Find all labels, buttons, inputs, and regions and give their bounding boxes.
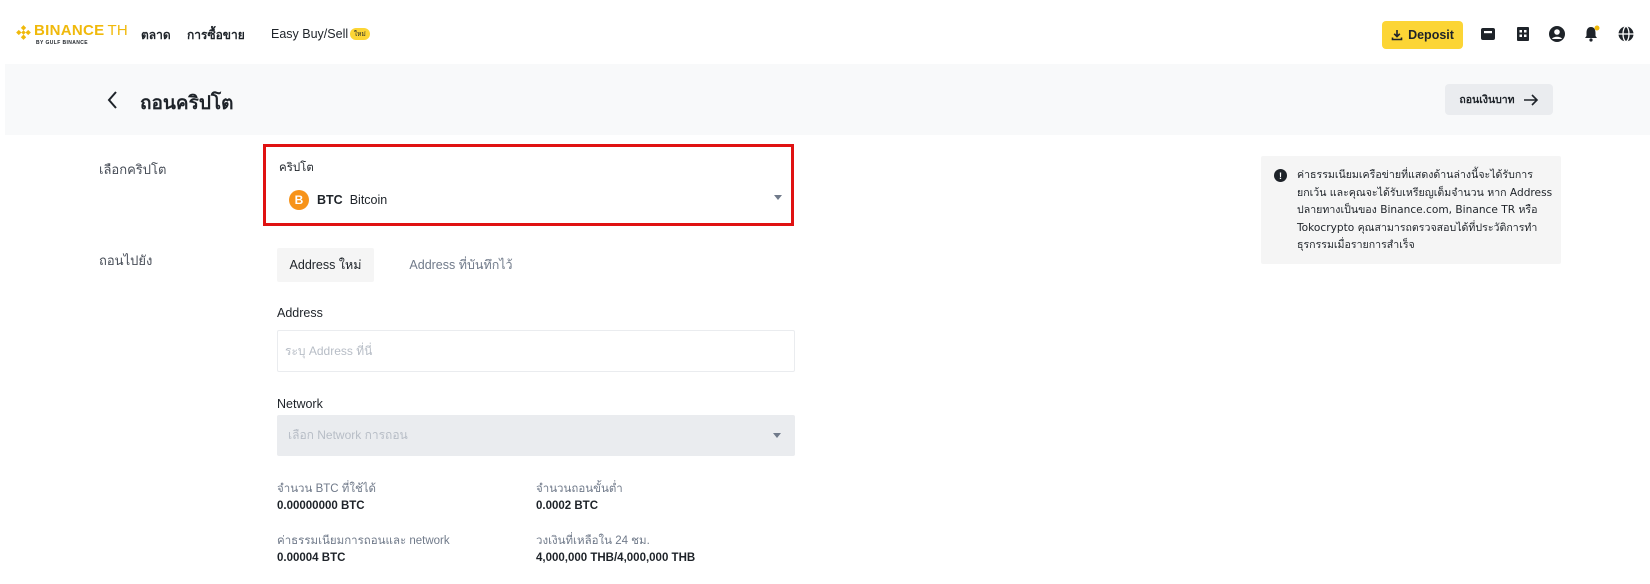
- crypto-select-field: คริปโต B BTC Bitcoin: [263, 144, 794, 226]
- arrow-right-icon: [1523, 93, 1538, 106]
- crypto-field-label: คริปโต: [279, 160, 314, 174]
- wallet-icon[interactable]: [1479, 25, 1497, 43]
- min-withdraw-label: จำนวนถอนขั้นต่ำ: [536, 483, 623, 495]
- notification-bell-icon[interactable]: [1582, 25, 1600, 43]
- brand-name: BINANCE TH: [34, 22, 129, 39]
- crypto-dropdown[interactable]: B BTC Bitcoin: [278, 181, 782, 219]
- top-navigation-bar: BINANCE TH BY GULF BINANCE ตลาด การซื้อขา…: [0, 0, 1650, 64]
- page-header: [5, 64, 1650, 135]
- daily-limit-value: 4,000,000 THB/4,000,000 THB: [536, 552, 696, 564]
- withdraw-thb-button[interactable]: ถอนเงินบาท: [1445, 84, 1553, 115]
- min-withdraw-value: 0.0002 BTC: [536, 500, 599, 512]
- fee-value: 0.00004 BTC: [277, 552, 346, 564]
- back-chevron-icon[interactable]: [106, 89, 120, 111]
- available-balance-value: 0.00000000 BTC: [277, 500, 365, 512]
- nav-easy-buy-sell[interactable]: Easy Buy/Sell: [271, 27, 348, 41]
- chevron-down-icon: [773, 433, 781, 438]
- withdraw-to-label: ถอนไปยัง: [99, 254, 153, 269]
- chevron-down-icon: [774, 195, 782, 200]
- select-crypto-label: เลือกคริปโต: [99, 163, 167, 178]
- network-label: Network: [277, 397, 323, 411]
- alert-icon: !: [1274, 169, 1287, 182]
- fee-label: ค่าธรรมเนียมการถอนและ network: [277, 535, 450, 547]
- binance-th-logo[interactable]: BINANCE TH BY GULF BINANCE: [16, 22, 128, 48]
- address-label: Address: [277, 306, 323, 320]
- bitcoin-icon: B: [289, 190, 309, 210]
- nav-markets[interactable]: ตลาด: [141, 26, 171, 45]
- fee-notice-text: ค่าธรรมเนียมเครือข่ายที่แสดงด้านล่างนี้จ…: [1297, 169, 1553, 251]
- withdraw-thb-label: ถอนเงินบาท: [1459, 94, 1515, 106]
- page-title: ถอนคริปโต: [140, 92, 234, 114]
- coin-name: Bitcoin: [349, 193, 388, 207]
- network-select[interactable]: เลือก Network การถอน: [277, 415, 795, 456]
- download-icon: [1391, 30, 1403, 41]
- fee-notice-panel: ! ค่าธรรมเนียมเครือข่ายที่แสดงด้านล่างนี…: [1261, 156, 1561, 264]
- brand-subtitle: BY GULF BINANCE: [36, 40, 89, 46]
- user-icon[interactable]: [1548, 25, 1566, 43]
- orders-icon[interactable]: [1514, 25, 1532, 43]
- deposit-button[interactable]: Deposit: [1382, 21, 1463, 49]
- coin-symbol: BTC: [317, 193, 343, 207]
- available-balance-label: จำนวน BTC ที่ใช้ได้: [277, 483, 377, 495]
- tab-saved-address[interactable]: Address ที่บันทึกไว้: [396, 248, 526, 282]
- address-input[interactable]: [277, 330, 795, 372]
- daily-limit-label: วงเงินที่เหลือใน 24 ชม.: [536, 535, 650, 547]
- deposit-label: Deposit: [1408, 28, 1454, 42]
- nav-trade[interactable]: การซื้อขาย: [187, 26, 245, 45]
- globe-icon[interactable]: [1617, 25, 1635, 43]
- new-badge: ใหม่: [350, 28, 370, 40]
- network-placeholder: เลือก Network การถอน: [288, 428, 408, 442]
- binance-logo-icon: [16, 25, 31, 40]
- tab-new-address[interactable]: Address ใหม่: [277, 248, 374, 282]
